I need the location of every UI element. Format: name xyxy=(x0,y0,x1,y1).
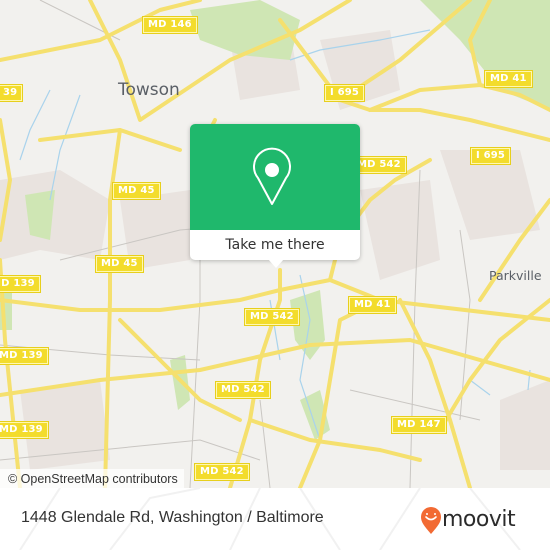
popup-pointer xyxy=(268,259,284,268)
moovit-pin-icon xyxy=(421,507,441,534)
route-shield: MD 542 xyxy=(245,309,299,325)
route-shield: MD 542 xyxy=(352,157,406,173)
route-shield: MD 45 xyxy=(113,183,160,199)
route-shield: I 695 xyxy=(325,85,365,101)
take-me-there-button[interactable]: Take me there xyxy=(190,230,360,260)
moovit-wordmark: moovit xyxy=(442,507,516,532)
route-shield: MD 41 xyxy=(349,297,396,313)
route-shield: 39 xyxy=(0,85,23,101)
route-shield: MD 139 xyxy=(0,422,48,438)
take-me-there-popup[interactable]: Take me there xyxy=(190,124,360,260)
route-shield: MD 41 xyxy=(485,71,532,87)
route-shield: MD 45 xyxy=(96,256,143,272)
route-shield: MD 139 xyxy=(0,348,48,364)
place-label-towson: Towson xyxy=(118,80,180,100)
route-shield: MD 139 xyxy=(0,276,40,292)
address-text: 1448 Glendale Rd, Washington / Baltimore xyxy=(21,509,324,526)
map-attribution[interactable]: © OpenStreetMap contributors xyxy=(0,469,184,488)
route-shield: MD 542 xyxy=(195,464,249,480)
route-shield: MD 542 xyxy=(216,382,270,398)
route-shield: I 695 xyxy=(471,148,511,164)
popup-header xyxy=(190,124,360,230)
route-shield: MD 146 xyxy=(143,17,197,33)
place-label-parkville: Parkville xyxy=(489,268,542,283)
map-pin-icon xyxy=(253,147,291,205)
route-shield: MD 147 xyxy=(392,417,446,433)
